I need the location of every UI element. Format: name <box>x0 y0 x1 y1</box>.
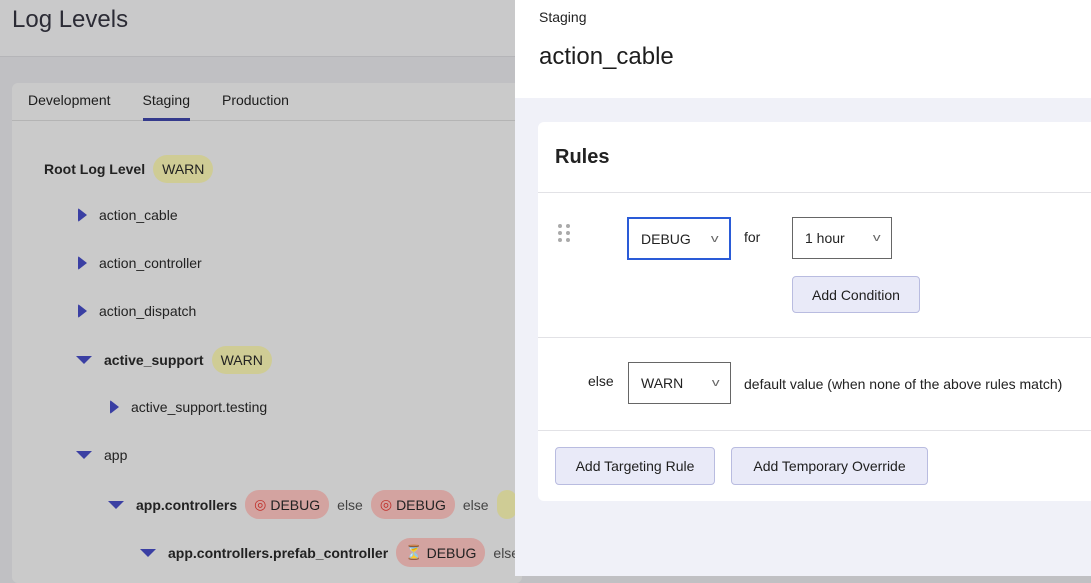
default-value-description: default value (when none of the above ru… <box>744 376 1063 392</box>
caret-down-icon[interactable] <box>76 356 92 364</box>
select-value: DEBUG <box>641 230 691 247</box>
config-drawer: Staging action_cable Rules DEBUG v for 1 … <box>515 0 1091 576</box>
tree-item-active-support[interactable]: active_support WARN <box>76 346 272 374</box>
environment-tabs: Development Staging Production <box>12 83 522 121</box>
caret-right-icon[interactable] <box>78 256 87 270</box>
default-level-select[interactable]: WARN v <box>628 362 731 404</box>
item-label[interactable]: app <box>104 447 127 463</box>
add-condition-button[interactable]: Add Condition <box>792 276 920 313</box>
level-text: DEBUG <box>270 496 321 513</box>
chevron-down-icon: v <box>710 232 719 245</box>
rule-badge: ◎ DEBUG <box>245 490 330 519</box>
hourglass-icon: ⏳ <box>405 544 423 560</box>
drawer-header: Staging action_cable <box>515 0 1091 98</box>
caret-down-icon[interactable] <box>76 451 92 459</box>
level-badge <box>496 490 517 519</box>
caret-right-icon[interactable] <box>78 208 87 222</box>
level-text: DEBUG <box>426 544 477 561</box>
tree-item-app[interactable]: app <box>76 447 127 463</box>
duration-select[interactable]: 1 hour v <box>792 217 892 259</box>
rule-level-select[interactable]: DEBUG v <box>627 217 731 260</box>
log-level-card: Development Staging Production Root Log … <box>12 83 522 583</box>
level-badge: WARN <box>153 155 214 183</box>
root-log-level: Root Log Level WARN <box>44 155 214 183</box>
page-title: Log Levels <box>12 6 129 33</box>
tree-item-active-support-testing[interactable]: active_support.testing <box>110 399 267 415</box>
item-label[interactable]: active_support.testing <box>131 399 267 415</box>
drag-handle-icon[interactable] <box>558 224 570 242</box>
add-temporary-override-button[interactable]: Add Temporary Override <box>731 447 928 485</box>
chevron-down-icon: v <box>872 232 881 244</box>
divider <box>538 337 1091 338</box>
rule-badge: ◎ DEBUG <box>370 490 455 519</box>
else-label: else <box>337 496 363 513</box>
tree-item-action-controller[interactable]: action_controller <box>78 255 202 271</box>
item-label[interactable]: action_dispatch <box>99 303 196 319</box>
item-label[interactable]: active_support <box>104 352 204 368</box>
select-value: WARN <box>641 375 684 391</box>
else-label: else <box>588 373 614 389</box>
caret-right-icon[interactable] <box>110 400 119 414</box>
divider <box>538 430 1091 431</box>
level-badge: WARN <box>211 346 272 374</box>
page-header: Log Levels <box>0 0 515 57</box>
item-label[interactable]: action_controller <box>99 255 202 271</box>
tab-production[interactable]: Production <box>222 83 289 120</box>
tree-item-action-cable[interactable]: action_cable <box>78 207 178 223</box>
tree-item-prefab-controller[interactable]: app.controllers.prefab_controller ⏳ DEBUG… <box>140 538 519 567</box>
target-icon: ◎ <box>379 496 393 512</box>
level-text: DEBUG <box>396 496 446 513</box>
caret-right-icon[interactable] <box>78 304 87 318</box>
select-value: 1 hour <box>805 230 845 246</box>
item-label[interactable]: app.controllers <box>136 497 237 513</box>
caret-down-icon[interactable] <box>140 548 156 557</box>
config-name: action_cable <box>539 43 674 70</box>
target-icon: ◎ <box>254 496 267 512</box>
tree-item-app-controllers[interactable]: app.controllers ◎ DEBUG else ◎ DEBUG else <box>108 490 517 519</box>
rules-title: Rules <box>538 122 1091 193</box>
rules-card: Rules DEBUG v for 1 hour v Add Condition e… <box>538 122 1091 501</box>
tab-staging[interactable]: Staging <box>142 83 191 121</box>
item-label[interactable]: app.controllers.prefab_controller <box>168 545 388 561</box>
item-label[interactable]: action_cable <box>99 207 178 223</box>
caret-down-icon[interactable] <box>108 500 124 509</box>
rule-badge: ⏳ DEBUG <box>396 538 486 567</box>
add-targeting-rule-button[interactable]: Add Targeting Rule <box>555 447 715 485</box>
tree-item-action-dispatch[interactable]: action_dispatch <box>78 303 196 319</box>
chevron-down-icon: v <box>711 377 720 389</box>
for-label: for <box>744 229 761 245</box>
root-label: Root Log Level <box>44 161 146 177</box>
tab-development[interactable]: Development <box>28 83 111 120</box>
environment-label: Staging <box>539 9 587 25</box>
log-levels-page: Log Levels Development Staging Productio… <box>0 0 522 583</box>
else-label: else <box>462 496 489 513</box>
